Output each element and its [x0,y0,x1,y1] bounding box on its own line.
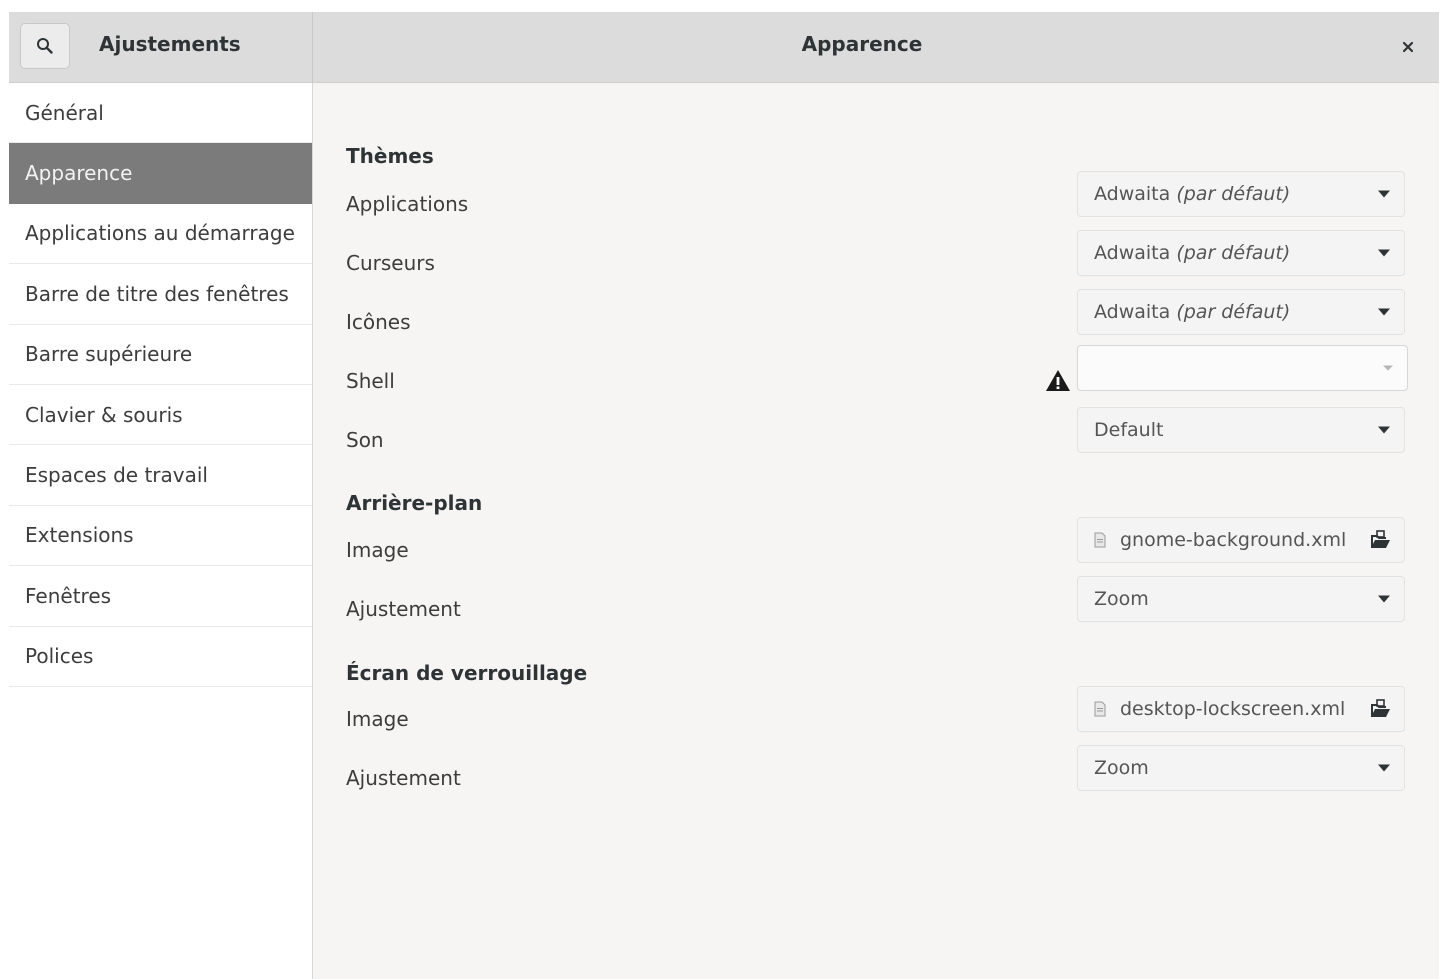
search-icon [37,38,53,54]
row-label-lockscreen-adjustment: Ajustement [346,766,461,790]
sidebar: Général Apparence Applications au démarr… [9,83,313,979]
dropdown-arrow-icon [1378,764,1390,772]
dropdown-arrow-icon [1383,365,1393,371]
appearance-panel: Thèmes Applications Adwaita (par défaut)… [314,83,1439,979]
sidebar-item-label: Extensions [25,523,134,548]
sidebar-item-keyboard-mouse[interactable]: Clavier & souris [9,385,312,446]
sidebar-item-label: Général [25,100,104,125]
row-label-lockscreen-image: Image [346,707,409,731]
app-title: Ajustements [99,32,241,56]
dropdown-arrow-icon [1378,190,1390,198]
dropdown-arrow-icon [1378,308,1390,316]
sidebar-item-label: Espaces de travail [25,463,208,488]
sidebar-item-label: Applications au démarrage [25,221,295,246]
sidebar-item-window-titlebars[interactable]: Barre de titre des fenêtres [9,264,312,325]
sidebar-item-label: Barre supérieure [25,342,193,367]
section-header-background: Arrière-plan [346,491,483,515]
sidebar-item-label: Clavier & souris [25,402,183,427]
row-label-background-adjustment: Ajustement [346,597,461,621]
lockscreen-image-file-button[interactable]: desktop-lockscreen.xml [1077,686,1405,732]
sidebar-item-label: Fenêtres [25,583,112,608]
cursors-theme-dropdown[interactable]: Adwaita (par défaut) [1077,230,1405,276]
close-button[interactable] [1393,32,1423,62]
section-header-themes: Thèmes [346,144,434,168]
dropdown-arrow-icon [1378,426,1390,434]
applications-theme-dropdown[interactable]: Adwaita (par défaut) [1077,171,1405,217]
file-icon [1094,701,1106,717]
sound-theme-dropdown[interactable]: Default [1077,407,1405,453]
sidebar-item-workspaces[interactable]: Espaces de travail [9,445,312,506]
lockscreen-adjustment-dropdown[interactable]: Zoom [1077,745,1405,791]
dropdown-value: Adwaita [1094,242,1177,264]
dropdown-arrow-icon [1378,595,1390,603]
dropdown-value-suffix: (par défaut) [1176,183,1291,205]
row-label-shell: Shell [346,369,395,393]
sidebar-item-appearance[interactable]: Apparence [9,143,312,204]
dropdown-value: Zoom [1094,757,1149,779]
close-icon [1402,41,1414,53]
search-button[interactable] [20,23,70,69]
sidebar-item-label: Barre de titre des fenêtres [25,281,289,306]
file-icon [1094,532,1106,548]
sidebar-item-extensions[interactable]: Extensions [9,506,312,567]
dropdown-value: Zoom [1094,588,1149,610]
tweaks-window: Ajustements Apparence Général Apparence … [9,12,1439,979]
sidebar-item-label: Polices [25,644,94,669]
dropdown-value: Adwaita [1094,183,1177,205]
sidebar-item-windows[interactable]: Fenêtres [9,566,312,627]
dropdown-value-suffix: (par défaut) [1176,242,1291,264]
row-label-icons: Icônes [346,310,411,334]
sidebar-item-top-bar[interactable]: Barre supérieure [9,325,312,385]
document-open-icon [1371,530,1390,548]
row-label-background-image: Image [346,538,409,562]
header-bar: Ajustements Apparence [9,12,1439,83]
row-label-applications: Applications [346,192,469,216]
dropdown-value: Default [1094,419,1164,441]
row-label-cursors: Curseurs [346,251,435,275]
lockscreen-image-filename: desktop-lockscreen.xml [1120,698,1346,720]
background-image-filename: gnome-background.xml [1120,529,1347,551]
background-image-file-button[interactable]: gnome-background.xml [1077,517,1405,563]
dropdown-value: Adwaita [1094,301,1177,323]
sidebar-item-general[interactable]: Général [9,83,312,144]
shell-theme-dropdown[interactable] [1077,345,1408,391]
section-header-lockscreen: Écran de verrouillage [346,661,588,685]
header-left-pane: Ajustements [9,12,313,83]
sidebar-item-label: Apparence [25,161,133,186]
row-label-sound: Son [346,428,384,452]
dropdown-value-suffix: (par défaut) [1176,301,1291,323]
icons-theme-dropdown[interactable]: Adwaita (par défaut) [1077,289,1405,335]
warning-icon [1046,370,1070,391]
page-title: Apparence [801,32,923,56]
background-adjustment-dropdown[interactable]: Zoom [1077,576,1405,622]
document-open-icon [1371,699,1390,717]
sidebar-item-startup-applications[interactable]: Applications au démarrage [9,204,312,265]
sidebar-item-fonts[interactable]: Polices [9,627,312,687]
dropdown-arrow-icon [1378,249,1390,257]
